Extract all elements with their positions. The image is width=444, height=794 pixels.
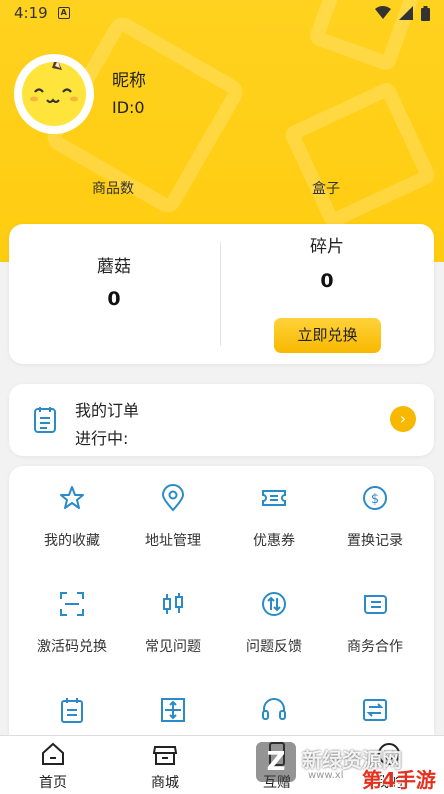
grid-item-address[interactable]: 地址管理	[120, 484, 226, 550]
candlestick-icon	[163, 593, 183, 614]
fragment-label: 碎片	[310, 237, 344, 257]
tab-store-label: 商城	[151, 775, 179, 791]
headset-icon	[262, 698, 286, 720]
goods-count-label[interactable]: 商品数	[92, 178, 134, 198]
grid-item-label: 优惠券	[253, 533, 295, 549]
home-icon	[42, 742, 64, 765]
battery-icon	[421, 5, 430, 21]
mushroom-value: 0	[107, 288, 121, 310]
status-time: 4:19	[14, 4, 48, 22]
swap-icon	[363, 699, 387, 721]
wifi-icon	[375, 6, 391, 19]
grid-item-label: 地址管理	[145, 533, 201, 549]
exchange-now-button[interactable]: 立即兑换	[274, 318, 381, 353]
location-icon	[161, 484, 185, 512]
scan-icon	[60, 592, 84, 616]
cellular-icon	[399, 6, 413, 20]
grid-item-faq[interactable]: 常见问题	[120, 590, 226, 656]
grid-item-exchange-records[interactable]: $ 置换记录	[322, 484, 428, 550]
store-icon	[152, 746, 178, 765]
dollar-icon: $	[363, 486, 387, 510]
grid-item-favorites[interactable]: 我的收藏	[19, 484, 125, 550]
avatar[interactable]	[14, 54, 94, 134]
star-icon	[60, 486, 84, 509]
grid-item-label: 常见问题	[145, 639, 201, 655]
expand-icon	[161, 698, 185, 722]
watermark-url: www.xl	[308, 770, 344, 781]
nickname: 昵称	[112, 71, 146, 91]
grid-item-calendar[interactable]	[19, 696, 125, 726]
order-status: 进行中:	[75, 429, 129, 448]
tab-home[interactable]: 首页	[13, 742, 93, 792]
grid-item-label: 置换记录	[347, 533, 403, 549]
svg-text:$: $	[371, 492, 379, 507]
grid-item-support[interactable]	[221, 696, 327, 726]
watermark-brand: 第4手游	[362, 768, 436, 792]
grid-item-activation-code[interactable]: 激活码兑换	[19, 590, 125, 656]
watermark-logo-icon: Z	[256, 742, 296, 782]
grid-item-swap[interactable]	[322, 696, 428, 726]
wallet-divider	[220, 242, 221, 346]
tab-home-label: 首页	[39, 775, 67, 791]
user-id: ID:0	[112, 98, 145, 117]
grid-item-expand[interactable]	[120, 696, 226, 726]
watermark: Z 新绿资源网 www.xl 第4手游	[244, 738, 444, 794]
order-list-icon	[34, 407, 56, 433]
grid-item-label: 商务合作	[347, 639, 403, 655]
calendar-icon	[61, 698, 83, 723]
grid-item-feedback[interactable]: 问题反馈	[221, 590, 327, 656]
card-icon	[364, 595, 387, 614]
mascot-face-icon	[22, 56, 86, 126]
grid-item-label: 问题反馈	[246, 639, 302, 655]
my-orders-card[interactable]: 我的订单 进行中: ›	[9, 384, 434, 456]
grid-item-label: 我的收藏	[44, 533, 100, 549]
grid-item-business[interactable]: 商务合作	[322, 590, 428, 656]
chevron-right-icon[interactable]: ›	[390, 406, 416, 432]
grid-item-label: 激活码兑换	[37, 639, 107, 655]
notification-a-icon: A	[57, 7, 70, 19]
decor-cube	[282, 79, 438, 231]
function-grid: 我的收藏 地址管理 优惠券 $ 置换记录 激活码兑换 常见问题 问题反馈 商务合…	[9, 466, 434, 746]
my-orders-title: 我的订单	[75, 401, 140, 420]
wallet-card: 蘑菇 0 碎片 0 立即兑换	[9, 224, 434, 364]
tab-store[interactable]: 商城	[125, 742, 205, 792]
box-label[interactable]: 盒子	[312, 178, 340, 198]
mushroom-label: 蘑菇	[97, 257, 131, 277]
grid-item-coupons[interactable]: 优惠券	[221, 484, 327, 550]
status-bar: 4:19 A	[0, 0, 444, 26]
exchange-circle-icon	[262, 592, 286, 616]
coupon-icon	[262, 490, 286, 506]
fragment-value: 0	[320, 270, 334, 292]
